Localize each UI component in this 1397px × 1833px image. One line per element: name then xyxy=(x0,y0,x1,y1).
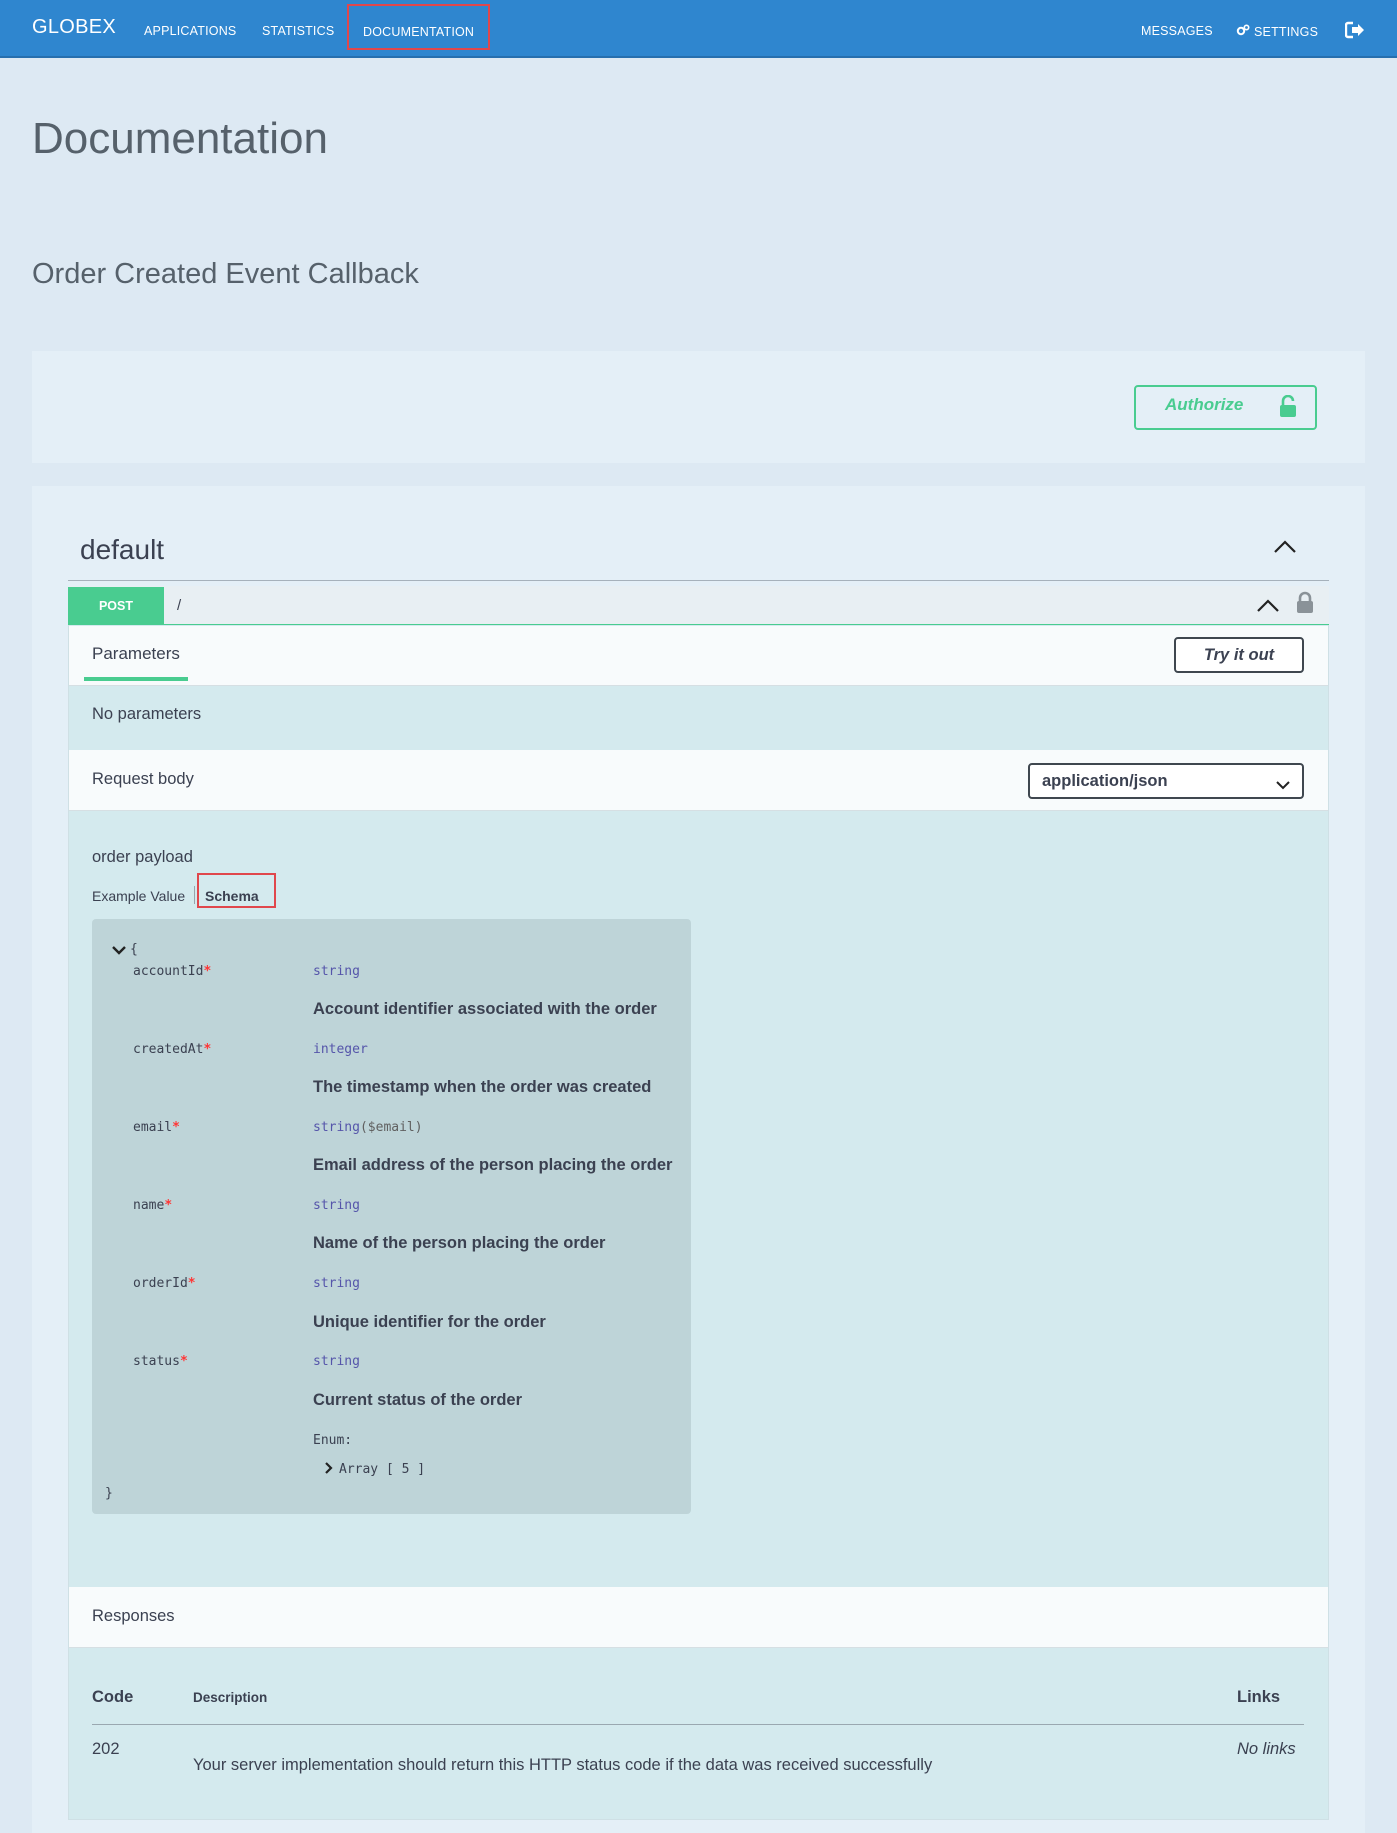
required-marker: * xyxy=(179,1354,188,1369)
operation-path: / xyxy=(177,597,182,614)
model-open-brace: { xyxy=(130,942,138,957)
tag-divider xyxy=(68,580,1329,581)
chevron-down-icon xyxy=(112,946,126,955)
enum-array-label: Array [ 5 ] xyxy=(339,1462,426,1477)
page-title: Documentation xyxy=(32,114,328,163)
required-marker: * xyxy=(164,1198,173,1213)
schema-property-type: string xyxy=(313,1354,360,1369)
nav-item-documentation-label: DOCUMENTATION xyxy=(363,25,475,39)
nav-item-messages[interactable]: MESSAGES xyxy=(1141,24,1213,38)
opblock-summary[interactable] xyxy=(68,586,1329,625)
try-it-out-button[interactable]: Try it out xyxy=(1174,637,1304,673)
enum-label: Enum: xyxy=(313,1433,353,1448)
required-marker: * xyxy=(203,1042,212,1057)
top-navbar: GLOBEX APPLICATIONS STATISTICS DOCUMENTA… xyxy=(0,0,1397,58)
brand-logo[interactable]: GLOBEX xyxy=(32,16,116,39)
tab-parameters[interactable]: Parameters xyxy=(92,644,180,664)
schema-property-type: string xyxy=(313,964,360,979)
active-tab-indicator xyxy=(84,677,188,681)
response-links: No links xyxy=(1237,1740,1296,1758)
model-close-brace: } xyxy=(105,1486,113,1501)
enum-array-toggle[interactable]: Array [ 5 ] xyxy=(324,1462,425,1477)
column-header-description: Description xyxy=(193,1690,268,1705)
unlocked-padlock-icon xyxy=(1279,394,1297,418)
chevron-up-icon[interactable] xyxy=(1273,538,1297,554)
chevron-up-icon[interactable] xyxy=(1256,597,1280,613)
schema-property-type: integer xyxy=(313,1042,368,1057)
model-toggle[interactable]: { xyxy=(112,942,138,957)
request-body-description: order payload xyxy=(92,848,193,866)
tab-schema[interactable]: Schema xyxy=(197,873,276,908)
schema-property-name: orderId* xyxy=(133,1276,196,1291)
response-description: Your server implementation should return… xyxy=(193,1756,933,1774)
schema-property-type: string xyxy=(313,1276,360,1291)
schema-property-description: Account identifier associated with the o… xyxy=(313,1000,657,1018)
tag-title[interactable]: default xyxy=(80,534,164,566)
schema-property-type: string($email) xyxy=(313,1120,423,1135)
schema-property-name: name* xyxy=(133,1198,173,1213)
table-header-divider xyxy=(92,1724,1304,1725)
schema-property-name: email* xyxy=(133,1120,180,1135)
authorize-label: Authorize xyxy=(1165,395,1244,414)
nav-item-settings[interactable]: SETTINGS xyxy=(1236,24,1318,39)
schema-property-description: Name of the person placing the order xyxy=(313,1234,606,1252)
required-marker: * xyxy=(203,964,212,979)
no-parameters-text: No parameters xyxy=(92,705,202,723)
column-header-code: Code xyxy=(92,1688,134,1706)
api-title: Order Created Event Callback xyxy=(32,258,419,290)
schema-property-description: Email address of the person placing the … xyxy=(313,1156,673,1174)
schema-property-type: string xyxy=(313,1198,360,1213)
logout-icon[interactable] xyxy=(1344,21,1365,39)
responses-label: Responses xyxy=(92,1607,175,1625)
request-body-label: Request body xyxy=(92,770,194,788)
nav-item-documentation[interactable]: DOCUMENTATION xyxy=(347,4,491,50)
padlock-icon[interactable] xyxy=(1295,591,1315,614)
response-code: 202 xyxy=(92,1740,120,1758)
tab-example-value[interactable]: Example Value xyxy=(92,888,185,904)
schema-property-name: accountId* xyxy=(133,964,212,979)
schema-property-description: Current status of the order xyxy=(313,1391,523,1409)
content-type-value: application/json xyxy=(1042,772,1168,790)
nav-item-statistics[interactable]: STATISTICS xyxy=(262,24,334,38)
schema-property-name: createdAt* xyxy=(133,1042,212,1057)
schema-property-description: The timestamp when the order was created xyxy=(313,1078,652,1096)
required-marker: * xyxy=(172,1120,180,1135)
nav-item-applications[interactable]: APPLICATIONS xyxy=(144,24,236,38)
authorize-button[interactable]: Authorize xyxy=(1134,385,1317,430)
schema-property-description: Unique identifier for the order xyxy=(313,1313,546,1331)
column-header-links: Links xyxy=(1237,1688,1281,1706)
gear-icon xyxy=(1236,24,1250,39)
chevron-down-icon xyxy=(1276,776,1290,790)
nav-item-settings-label: SETTINGS xyxy=(1254,25,1319,39)
chevron-right-icon xyxy=(325,1462,333,1474)
responses-header xyxy=(69,1587,1328,1648)
schema-property-name: status* xyxy=(133,1354,188,1369)
parameters-header xyxy=(69,626,1328,686)
method-badge: POST xyxy=(68,587,164,624)
tab-divider xyxy=(194,886,195,904)
content-type-select[interactable]: application/json xyxy=(1028,763,1304,799)
required-marker: * xyxy=(187,1276,196,1291)
